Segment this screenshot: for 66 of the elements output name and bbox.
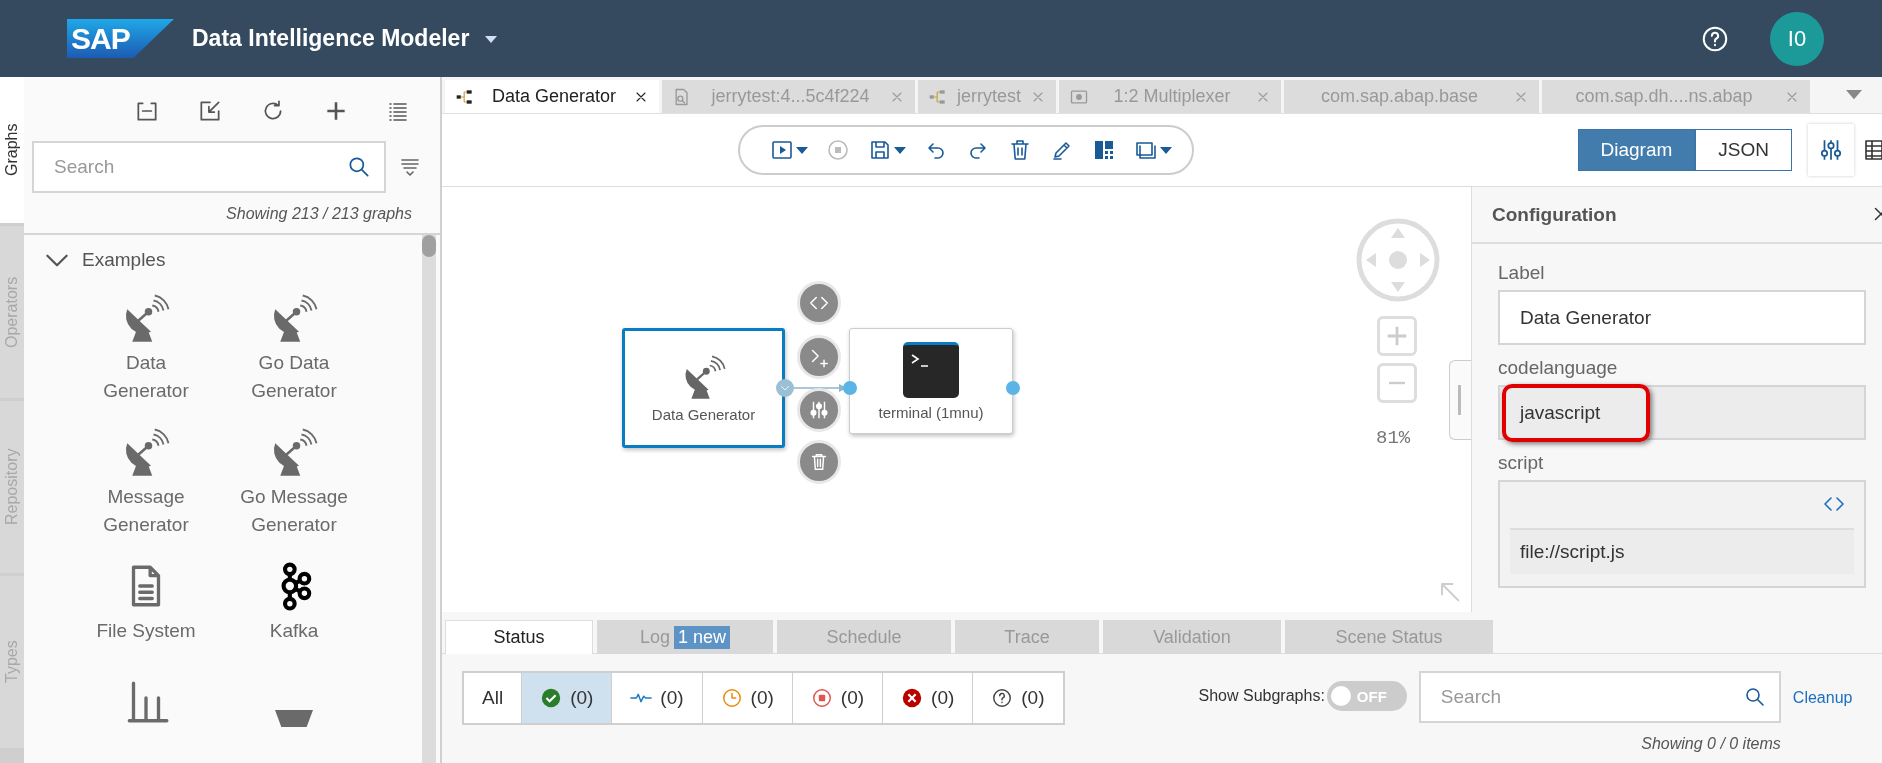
clock-icon	[720, 687, 743, 709]
grid-icon	[1092, 138, 1116, 162]
logo: SAP	[67, 19, 174, 58]
check-circle-icon	[540, 687, 563, 709]
sliders-icon	[808, 399, 830, 421]
panel-handle[interactable]	[1449, 360, 1471, 440]
field-label: codelanguage	[1498, 356, 1619, 380]
view-toggle[interactable]: Diagram	[1577, 129, 1696, 171]
configuration-button[interactable]	[1808, 124, 1854, 176]
play-box-icon	[770, 138, 794, 162]
add-terminal-button[interactable]	[797, 335, 841, 379]
subgraphs-label: Show Subgraphs:	[1198, 687, 1325, 705]
funnel-icon	[275, 710, 313, 727]
graph-item[interactable]: Message Generator	[86, 427, 206, 539]
sliders-icon	[1818, 137, 1844, 163]
floppy-icon	[868, 138, 892, 162]
terminal-icon	[903, 341, 959, 398]
scrollbar[interactable]	[422, 235, 436, 763]
arrow-box-icon	[197, 98, 223, 124]
readonly-field[interactable]: javascript	[1498, 385, 1866, 440]
graph-item[interactable]: Data Generator	[86, 293, 206, 405]
export-button[interactable]	[197, 98, 223, 124]
graph-item[interactable]: Go Message Generator	[234, 427, 354, 539]
graph-item[interactable]: Kafka	[234, 561, 354, 645]
status-filter[interactable]: (0)	[612, 673, 703, 723]
panel-tab[interactable]: Status	[445, 620, 593, 654]
avatar[interactable]: I0	[1770, 11, 1824, 66]
app-title: Data Intelligence Modeler	[192, 25, 470, 52]
input-field[interactable]: Data Generator	[1498, 290, 1866, 345]
search-field[interactable]: Search	[32, 141, 386, 193]
operator-node[interactable]: Data Generator	[622, 328, 785, 448]
script-path[interactable]: file://script.js	[1510, 528, 1854, 574]
status-filter[interactable]: (0)	[702, 673, 793, 723]
graph-count: Showing 213 / 213 graphs	[226, 205, 412, 222]
badge: 1 new	[674, 625, 731, 649]
trash-icon	[1008, 138, 1032, 162]
caret-icon	[1846, 90, 1862, 100]
question-icon	[991, 687, 1014, 709]
panel-tab[interactable]: Log 1 new	[597, 620, 773, 654]
panel-title: Configuration	[1492, 203, 1617, 226]
input-port[interactable]	[843, 381, 857, 395]
status-filter[interactable]: (0)	[973, 673, 1063, 723]
configure-button[interactable]	[797, 388, 841, 432]
status-filter[interactable]: (0)	[792, 673, 884, 723]
delete-node-button[interactable]	[797, 440, 841, 484]
status-filter[interactable]: (0)	[883, 673, 974, 723]
graph-item[interactable]: Go Data Generator	[234, 293, 354, 405]
overflow-button[interactable]	[1846, 90, 1862, 100]
zoom-level: 81%	[1376, 427, 1411, 449]
field-label: script	[1498, 451, 1545, 475]
error-icon	[901, 687, 924, 709]
field-label: Label	[1498, 261, 1546, 285]
side-tab[interactable]: Graphs	[0, 77, 24, 223]
stop-icon	[826, 138, 850, 162]
document-tab[interactable]: Data Generator	[445, 80, 659, 113]
status-filter[interactable]: (0)	[522, 673, 613, 723]
graph-item[interactable]: File System	[86, 561, 206, 645]
item-count: Showing 0 / 0 items	[1641, 735, 1781, 753]
code-button[interactable]	[797, 281, 841, 325]
table-icon	[1862, 138, 1882, 162]
stop-icon	[810, 687, 833, 709]
cleanup-link[interactable]: Cleanup	[1792, 689, 1853, 707]
operator-node[interactable]: terminal (1mnu)	[849, 328, 1013, 434]
search-field[interactable]: Search	[1418, 671, 1781, 723]
view-toggle[interactable]: JSON	[1695, 129, 1792, 171]
group-header[interactable]: Examples	[46, 249, 166, 271]
